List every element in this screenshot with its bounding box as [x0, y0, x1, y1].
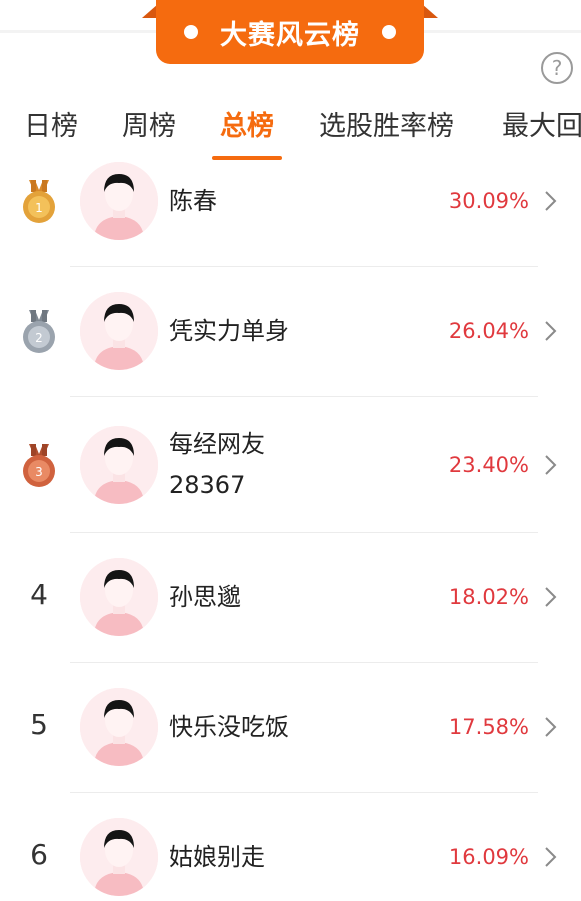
avatar — [80, 558, 158, 636]
list-item[interactable]: 3 每经网友 28367 23.40% — [0, 424, 581, 533]
rank-number: 4 — [30, 578, 48, 611]
banner-dot-right — [382, 25, 396, 39]
rank-number: 6 — [30, 838, 48, 871]
avatar — [80, 818, 158, 896]
chevron-right-icon[interactable] — [540, 585, 560, 609]
tab-overall[interactable]: 总榜 — [220, 104, 274, 143]
return-percent: 18.02% — [448, 585, 529, 609]
leaderboard-page: 大赛风云榜 ? 日榜 周榜 总榜 选股胜率榜 最大回 1 陈春 30.09% 2… — [0, 0, 581, 901]
avatar — [80, 688, 158, 766]
user-name: 快乐没吃饭 — [169, 713, 289, 741]
row-divider — [70, 792, 538, 793]
return-percent: 26.04% — [448, 319, 529, 343]
user-name: 姑娘别走 — [169, 843, 265, 871]
banner-ear-right — [422, 4, 438, 18]
list-item[interactable]: 1 陈春 30.09% — [0, 162, 581, 267]
chevron-right-icon[interactable] — [540, 715, 560, 739]
chevron-right-icon[interactable] — [540, 453, 560, 477]
avatar — [80, 426, 158, 504]
list-item[interactable]: 4 孙思邈 18.02% — [0, 558, 581, 663]
chevron-right-icon[interactable] — [540, 845, 560, 869]
svg-text:2: 2 — [35, 331, 43, 345]
return-percent: 23.40% — [448, 453, 529, 477]
list-item[interactable]: 5 快乐没吃饭 17.58% — [0, 688, 581, 793]
tab-max-drawdown[interactable]: 最大回 — [502, 104, 581, 143]
list-item[interactable]: 6 姑娘别走 16.09% — [0, 818, 581, 901]
return-percent: 30.09% — [448, 189, 529, 213]
banner-ribbon: 大赛风云榜 — [156, 0, 424, 64]
active-tab-indicator — [212, 156, 282, 160]
chevron-right-icon[interactable] — [540, 189, 560, 213]
row-divider — [70, 266, 538, 267]
svg-text:1: 1 — [35, 201, 43, 215]
default-avatar-icon — [80, 426, 158, 504]
chevron-right-icon[interactable] — [540, 319, 560, 343]
user-name: 凭实力单身 — [169, 317, 289, 345]
tab-daily[interactable]: 日榜 — [24, 104, 78, 143]
help-icon[interactable]: ? — [541, 52, 573, 84]
user-name: 孙思邈 — [169, 583, 241, 611]
user-name-line-1: 每经网友 — [169, 430, 265, 458]
avatar — [80, 162, 158, 240]
tab-weekly[interactable]: 周榜 — [122, 104, 176, 143]
tab-stock-win-rate[interactable]: 选股胜率榜 — [319, 104, 454, 143]
user-name-line-2: 28367 — [169, 471, 246, 499]
banner-dot-left — [184, 25, 198, 39]
default-avatar-icon — [80, 558, 158, 636]
bronze-medal-icon: 3 — [23, 444, 55, 487]
row-divider — [70, 662, 538, 663]
row-divider — [70, 532, 538, 533]
gold-medal-icon: 1 — [23, 180, 55, 223]
default-avatar-icon — [80, 688, 158, 766]
tab-bar: 日榜 周榜 总榜 选股胜率榜 最大回 — [0, 100, 581, 162]
banner-title: 大赛风云榜 — [220, 19, 360, 51]
svg-text:3: 3 — [35, 465, 43, 479]
avatar — [80, 292, 158, 370]
rank-number: 5 — [30, 708, 48, 741]
silver-medal-icon: 2 — [23, 310, 55, 353]
default-avatar-icon — [80, 292, 158, 370]
default-avatar-icon — [80, 162, 158, 240]
list-item[interactable]: 2 凭实力单身 26.04% — [0, 292, 581, 397]
return-percent: 17.58% — [448, 715, 529, 739]
user-name: 陈春 — [169, 187, 217, 215]
default-avatar-icon — [80, 818, 158, 896]
return-percent: 16.09% — [448, 845, 529, 869]
banner: 大赛风云榜 — [142, 0, 438, 64]
row-divider — [70, 396, 538, 397]
